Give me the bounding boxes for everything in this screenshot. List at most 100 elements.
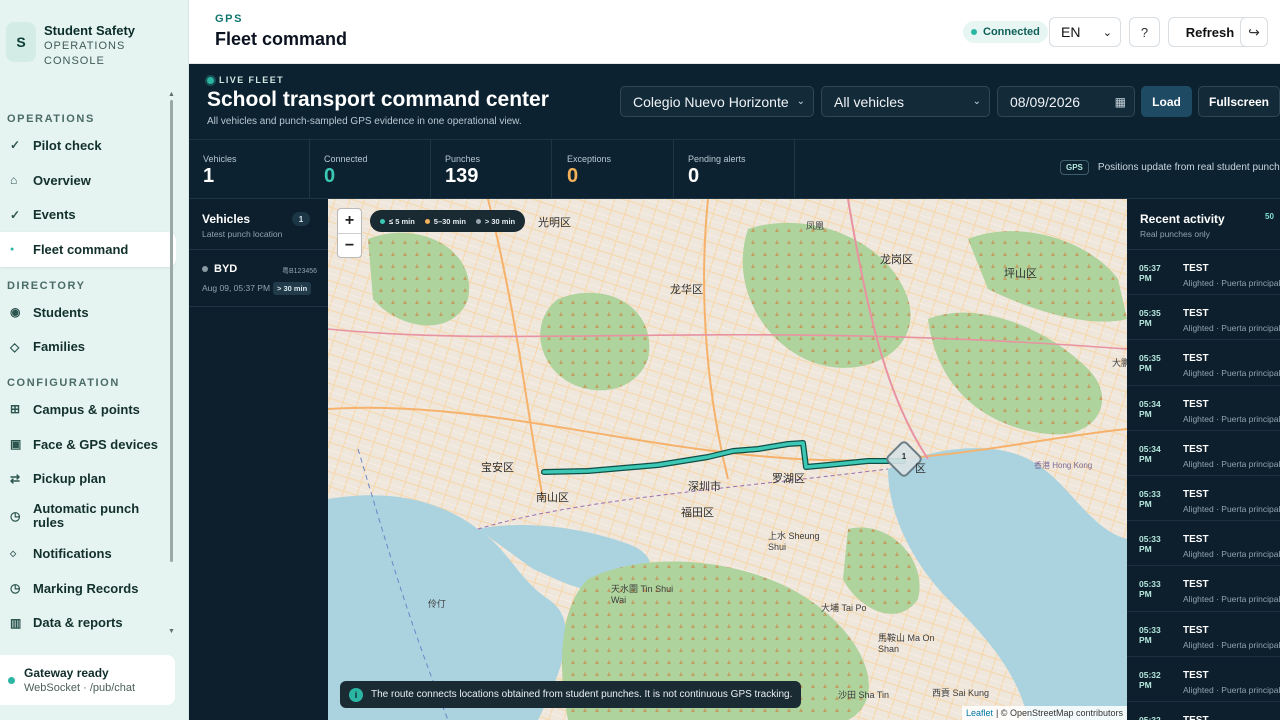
sidebar-item-students[interactable]: ◉ Students — [0, 295, 176, 330]
live-dot — [207, 76, 214, 84]
sidebar-item-fleet-command[interactable]: ● Fleet command — [0, 232, 176, 267]
activity-row[interactable]: 05:32PMTESTAlighted · Puerta principal — [1127, 657, 1280, 702]
activity-row[interactable]: 05:33 PM TEST Alighted · Puerta principal — [1127, 521, 1280, 567]
sidebar-item-label: Fleet command — [33, 241, 129, 257]
nav-section-operations: OPERATIONS — [7, 113, 95, 125]
legend-item-stale: > 30 min — [475, 217, 515, 226]
sidebar-item-pilot-check[interactable]: ✓ Pilot check — [0, 128, 176, 163]
map-label: 西貢 Sai Kung — [932, 688, 990, 698]
activity-row[interactable]: 05:37 PM TEST Alighted · Puerta principal — [1127, 250, 1280, 296]
activity-description: Alighted · Puerta principal — [1183, 503, 1280, 514]
sidebar-item-overview[interactable]: ⌂ Overview — [0, 163, 176, 198]
activity-description: Alighted · Puerta principal — [1183, 594, 1280, 605]
activity-student-name: TEST — [1183, 488, 1209, 500]
map-attribution: Leaflet | © OpenStreetMap contributors — [961, 706, 1127, 720]
chevron-down-icon: ⌄ — [796, 96, 805, 107]
command-title: School transport command center — [207, 88, 549, 111]
vehicle-last-punch-time: Aug 09, 05:37 PM — [202, 283, 271, 293]
map-label: 沙田 Sha Tin — [838, 690, 890, 700]
sidebar-item-automatic-punch-rules[interactable]: ◷ Automatic punch rules — [0, 496, 176, 536]
vehicle-list-item[interactable]: BYD 粤B123456 Aug 09, 05:37 PM > 30 min — [189, 250, 328, 307]
activity-description: Alighted · Puerta principal — [1183, 278, 1280, 288]
activity-time: 05:35 PM — [1139, 308, 1161, 329]
fullscreen-button[interactable]: Fullscreen — [1198, 86, 1280, 117]
sidebar-item-events[interactable]: ✓ Events — [0, 197, 176, 232]
vehicle-name: BYD — [202, 263, 237, 275]
activity-row[interactable]: 05:33 PM TEST Alighted · Puerta principal — [1127, 476, 1280, 522]
zoom-out-button[interactable]: − — [338, 233, 361, 257]
leaflet-link[interactable]: Leaflet — [966, 708, 993, 718]
sidebar-scrollbar[interactable]: ▲ ▼ — [168, 91, 175, 641]
activity-row[interactable]: 05:34 PM TEST Alighted · Puerta principal — [1127, 386, 1280, 431]
stat-label: Pending alerts — [688, 154, 746, 164]
stat-value: 1 — [203, 165, 215, 187]
gateway-status-dot — [8, 676, 15, 684]
map-label: 宝安区 — [481, 462, 514, 474]
activity-time: 05:33 PM — [1139, 624, 1161, 645]
activity-row[interactable]: 05:34 PM TEST Alighted · Puerta principal — [1127, 431, 1280, 476]
sidebar-item-label: Events — [33, 207, 76, 223]
sidebar-item-notifications[interactable]: ◇ Notifications — [0, 536, 176, 571]
help-button[interactable]: ? — [1129, 17, 1160, 47]
gateway-status: Gateway ready WebSocket · /pub/chat — [0, 655, 175, 705]
school-select-value: Colegio Nuevo Horizonte — [633, 93, 789, 110]
stat-pending-alerts: Pending alerts 0 — [674, 140, 795, 199]
school-select[interactable]: Colegio Nuevo Horizonte ⌄ — [620, 86, 814, 117]
live-fleet-label: LIVE FLEET — [219, 75, 285, 85]
stat-value: 0 — [567, 165, 579, 187]
activity-subtitle: Real punches only — [1140, 229, 1210, 239]
calendar-icon[interactable]: ▦ — [1115, 95, 1126, 109]
scrollbar-thumb[interactable] — [170, 100, 173, 562]
command-subtitle: All vehicles and punch-sampled GPS evide… — [207, 116, 522, 127]
fleet-map[interactable]: 1 光明区 龙华区 龙岗区 坪山区 宝安区 南山区 深圳市 福田区 罗湖区 区 … — [328, 199, 1127, 720]
activity-row[interactable]: 05:35 PM TEST Alighted · Puerta principal — [1127, 340, 1280, 386]
sidebar-item-label: Students — [33, 304, 89, 320]
page-title: Fleet command — [215, 29, 348, 49]
activity-row[interactable]: 05:35 PM TEST Alighted · Puerta principal — [1127, 295, 1280, 341]
stats-row: Vehicles 1 Connected 0 Punches 139 Excep… — [189, 140, 1280, 199]
scroll-up-icon[interactable]: ▲ — [168, 91, 175, 98]
activity-time: 05:34 PM — [1139, 443, 1161, 464]
vehicles-subtitle: Latest punch location — [202, 229, 283, 239]
activity-row[interactable]: 05:32PMTESTAlighted · Puerta principal — [1127, 702, 1280, 720]
legend-item-recent: 5–30 min — [424, 217, 466, 226]
sidebar-item-label: Campus & points — [33, 401, 140, 417]
activity-time: 05:32PM — [1139, 669, 1161, 690]
activity-description: Alighted · Puerta principal — [1183, 458, 1280, 469]
sidebar-item-campus-points[interactable]: ⊞ Campus & points — [0, 392, 176, 427]
sidebar: S Student Safety OPERATIONS CONSOLE OPER… — [0, 0, 189, 720]
activity-student-name: TEST — [1183, 624, 1209, 636]
sidebar-item-families[interactable]: ◇ Families — [0, 329, 176, 364]
activity-student-name: TEST — [1183, 398, 1209, 410]
activity-row[interactable]: 05:33 PM TEST Alighted · Puerta principal — [1127, 566, 1280, 612]
load-button[interactable]: Load — [1141, 86, 1192, 117]
device-icon: ▣ — [10, 437, 22, 452]
vehicle-filter-value: All vehicles — [834, 93, 905, 110]
zoom-in-button[interactable]: + — [338, 209, 361, 233]
sidebar-item-face-gps-devices[interactable]: ▣ Face & GPS devices — [0, 427, 176, 462]
sidebar-item-label: Face & GPS devices — [33, 436, 159, 452]
activity-time: 05:33 PM — [1139, 488, 1161, 509]
sidebar-item-label: Notifications — [33, 546, 112, 562]
language-select[interactable]: EN ⌄ — [1049, 17, 1121, 47]
activity-time: 05:37 PM — [1139, 263, 1161, 283]
stat-value: 139 — [445, 165, 479, 187]
sidebar-item-data-reports[interactable]: ▥ Data & reports — [0, 606, 176, 640]
activity-student-name: TEST — [1183, 534, 1209, 546]
vehicles-count-badge: 1 — [292, 212, 310, 226]
scroll-down-icon[interactable]: ▼ — [168, 628, 175, 635]
map-label: 凤凰 — [806, 221, 825, 231]
date-input[interactable]: 08/09/2026 ▦ — [997, 86, 1135, 117]
vehicle-filter-select[interactable]: All vehicles ⌄ — [821, 86, 990, 117]
logout-icon[interactable]: ↪ — [1240, 17, 1268, 47]
nav-section-configuration: CONFIGURATION — [7, 377, 120, 390]
sidebar-item-marking-records[interactable]: ◷ Marking Records — [0, 571, 176, 606]
sidebar-item-pickup-plan[interactable]: ⇄ Pickup plan — [0, 462, 176, 497]
vehicle-status-dot — [202, 266, 208, 272]
gps-update-note: GPS Positions update from real student p… — [1060, 160, 1280, 175]
gps-note-text: Positions update from real student punch… — [1097, 162, 1280, 173]
activity-row[interactable]: 05:33 PM TEST Alighted · Puerta principal — [1127, 612, 1280, 657]
sidebar-item-label: Pilot check — [33, 137, 102, 153]
recent-activity-panel: Recent activity Real punches only 50 05:… — [1127, 199, 1280, 720]
map-label: 大埔 Tai Po — [821, 603, 867, 613]
